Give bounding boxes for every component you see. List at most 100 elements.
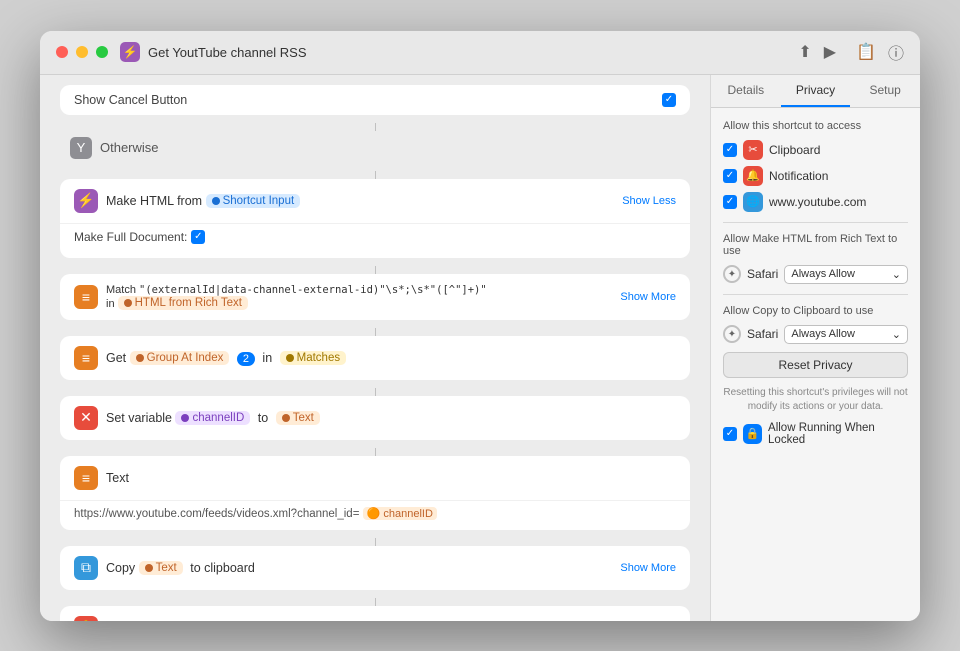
text-body: https://www.youtube.com/feeds/videos.xml… bbox=[60, 500, 690, 530]
html-allow-dropdown[interactable]: Always Allow ⌄ bbox=[784, 265, 908, 284]
share-button[interactable]: ⬆ bbox=[798, 42, 811, 62]
make-html-icon: ⚡ bbox=[74, 189, 98, 213]
left-panel: Show Cancel Button Y Otherwise ⚡ Make HT… bbox=[40, 75, 710, 621]
otherwise-label: Otherwise bbox=[100, 140, 159, 155]
connector bbox=[375, 123, 376, 131]
copy-section-title: Allow Copy to Clipboard to use bbox=[723, 305, 908, 317]
close-button[interactable] bbox=[56, 46, 68, 58]
otherwise-block: Y Otherwise bbox=[60, 131, 690, 165]
show-notification-card: 🔔 Show notification Clipboard Show Less … bbox=[60, 606, 690, 621]
tab-bar: Details Privacy Setup bbox=[711, 75, 920, 108]
make-html-card: ⚡ Make HTML from Shortcut Input Show Les… bbox=[60, 179, 690, 258]
match-header: ≡ Match "(externalId|data-channel-extern… bbox=[60, 274, 690, 320]
text-title: Text bbox=[106, 471, 676, 485]
get-icon: ≡ bbox=[74, 346, 98, 370]
safari-compass-icon2: ✦ bbox=[723, 325, 741, 343]
shortcut-input-tag: Shortcut Input bbox=[206, 194, 301, 208]
copy-icon: ⧉ bbox=[74, 556, 98, 580]
match-card: ≡ Match "(externalId|data-channel-extern… bbox=[60, 274, 690, 320]
tab-privacy[interactable]: Privacy bbox=[781, 75, 851, 107]
copy-allow-dropdown[interactable]: Always Allow ⌄ bbox=[784, 325, 908, 344]
copy-header: ⧉ Copy Text to clipboard Show More bbox=[60, 546, 690, 590]
html-allow-row: ✦ Safari Always Allow ⌄ bbox=[723, 265, 908, 284]
connector8 bbox=[375, 598, 376, 606]
match-title: Match "(externalId|data-channel-external… bbox=[106, 284, 612, 310]
titlebar-actions: ⬆ ▶ 📋 ⓘ bbox=[798, 40, 904, 64]
tab-details[interactable]: Details bbox=[711, 75, 781, 107]
matches-tag: Matches bbox=[280, 351, 346, 365]
make-html-toggle[interactable]: Show Less bbox=[622, 195, 676, 207]
make-html-header: ⚡ Make HTML from Shortcut Input Show Les… bbox=[60, 179, 690, 223]
set-variable-icon: ✕ bbox=[74, 406, 98, 430]
clipboard-permission: ✂ Clipboard bbox=[723, 140, 908, 160]
text-icon: ≡ bbox=[74, 466, 98, 490]
channelid-url-tag: 🟠 channelID bbox=[363, 507, 437, 520]
notification-permission: 🔔 Notification bbox=[723, 166, 908, 186]
locked-checkbox[interactable] bbox=[723, 427, 737, 441]
match-icon: ≡ bbox=[74, 285, 98, 309]
locked-label: Allow Running When Locked bbox=[768, 422, 908, 446]
show-cancel-label: Show Cancel Button bbox=[74, 93, 187, 107]
app-icon: ⚡ bbox=[120, 42, 140, 62]
html-rich-text-tag: HTML from Rich Text bbox=[118, 296, 248, 310]
safari-compass-icon: ✦ bbox=[723, 265, 741, 283]
youtube-label: www.youtube.com bbox=[769, 195, 866, 209]
add-button[interactable]: 📋 bbox=[856, 42, 876, 62]
app-window: ⚡ Get YoutTube channel RSS ⬆ ▶ 📋 ⓘ Show … bbox=[40, 31, 920, 621]
allow-access-title: Allow this shortcut to access bbox=[723, 120, 908, 132]
clipboard-label: Clipboard bbox=[769, 143, 820, 157]
traffic-lights bbox=[56, 46, 108, 58]
clipboard-icon: ✂ bbox=[743, 140, 763, 160]
privacy-content: Allow this shortcut to access ✂ Clipboar… bbox=[711, 108, 920, 458]
make-full-doc-row: Make Full Document: bbox=[74, 230, 676, 244]
otherwise-icon: Y bbox=[70, 137, 92, 159]
show-cancel-bar: Show Cancel Button bbox=[60, 85, 690, 115]
maximize-button[interactable] bbox=[96, 46, 108, 58]
copy-allow-row: ✦ Safari Always Allow ⌄ bbox=[723, 325, 908, 344]
tab-setup[interactable]: Setup bbox=[850, 75, 920, 107]
connector3 bbox=[375, 266, 376, 274]
info-button[interactable]: ⓘ bbox=[888, 40, 904, 64]
divider2 bbox=[723, 294, 908, 295]
clipboard-checkbox[interactable] bbox=[723, 143, 737, 157]
get-card: ≡ Get Group At Index 2 in Matches bbox=[60, 336, 690, 380]
notification-label: Notification bbox=[769, 169, 828, 183]
make-full-doc-checkbox[interactable] bbox=[191, 230, 205, 244]
match-toggle[interactable]: Show More bbox=[620, 291, 676, 303]
reset-privacy-button[interactable]: Reset Privacy bbox=[723, 352, 908, 378]
allow-locked-row: 🔒 Allow Running When Locked bbox=[723, 422, 908, 446]
make-html-body: Make Full Document: bbox=[60, 223, 690, 258]
show-cancel-checkbox[interactable] bbox=[662, 93, 676, 107]
text-card: ≡ Text https://www.youtube.com/feeds/vid… bbox=[60, 456, 690, 530]
connector7 bbox=[375, 538, 376, 546]
get-title: Get Group At Index 2 in Matches bbox=[106, 351, 676, 365]
reset-note: Resetting this shortcut's privileges wil… bbox=[723, 386, 908, 414]
connector4 bbox=[375, 328, 376, 336]
notification-checkbox[interactable] bbox=[723, 169, 737, 183]
index-badge: 2 bbox=[237, 352, 255, 366]
titlebar: ⚡ Get YoutTube channel RSS ⬆ ▶ 📋 ⓘ bbox=[40, 31, 920, 75]
copy-text-tag: Text bbox=[139, 561, 183, 575]
set-variable-header: ✕ Set variable channelID to Text bbox=[60, 396, 690, 440]
set-variable-title: Set variable channelID to Text bbox=[106, 411, 676, 425]
minimize-button[interactable] bbox=[76, 46, 88, 58]
copy-toggle[interactable]: Show More bbox=[620, 562, 676, 574]
youtube-checkbox[interactable] bbox=[723, 195, 737, 209]
html-section-title: Allow Make HTML from Rich Text to use bbox=[723, 233, 908, 257]
copy-safari-label: Safari bbox=[747, 327, 778, 341]
copy-card: ⧉ Copy Text to clipboard Show More bbox=[60, 546, 690, 590]
connector6 bbox=[375, 448, 376, 456]
connector5 bbox=[375, 388, 376, 396]
connector2 bbox=[375, 171, 376, 179]
notification-perm-icon: 🔔 bbox=[743, 166, 763, 186]
copy-title: Copy Text to clipboard bbox=[106, 561, 612, 575]
url-text: https://www.youtube.com/feeds/videos.xml… bbox=[74, 507, 676, 520]
youtube-icon: 🌐 bbox=[743, 192, 763, 212]
main-content: Show Cancel Button Y Otherwise ⚡ Make HT… bbox=[40, 75, 920, 621]
text-tag: Text bbox=[276, 411, 320, 425]
show-notification-icon: 🔔 bbox=[74, 616, 98, 621]
play-button[interactable]: ▶ bbox=[824, 42, 836, 62]
channelid-tag: channelID bbox=[175, 411, 250, 425]
set-variable-card: ✕ Set variable channelID to Text bbox=[60, 396, 690, 440]
group-at-index-tag: Group At Index bbox=[130, 351, 230, 365]
